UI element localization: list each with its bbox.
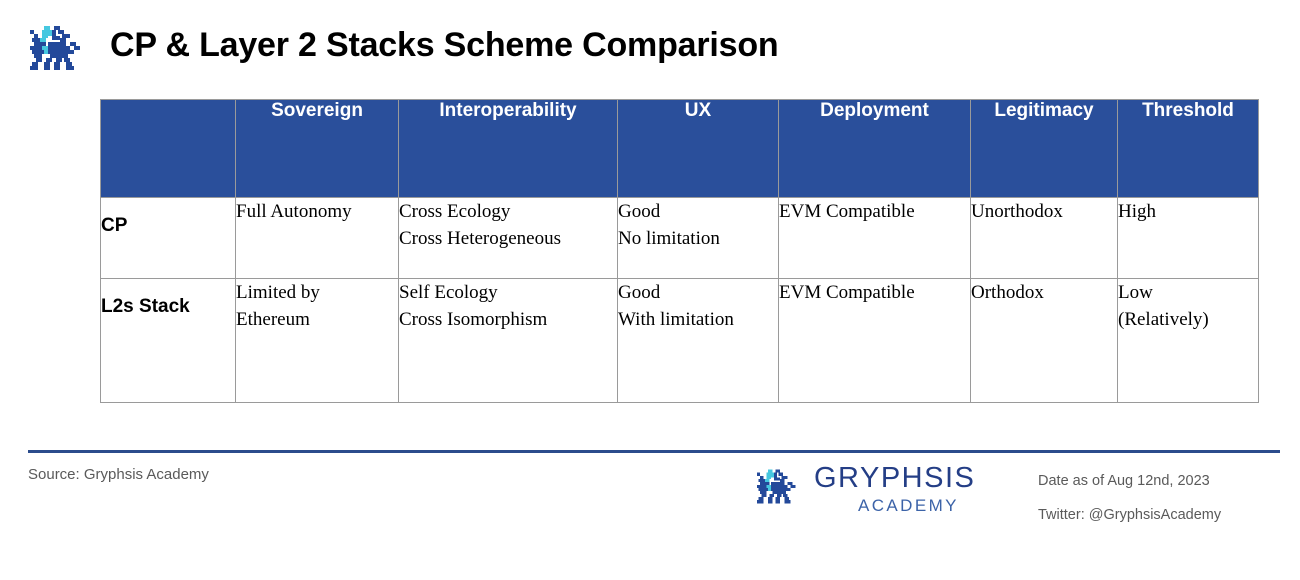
table-header-row: Sovereign Interoperability UX Deployment… (100, 99, 1259, 198)
row-label-l2s-stack: L2s Stack (100, 278, 236, 403)
cell-cp-threshold: High (1117, 197, 1259, 279)
cell-line: Good (618, 201, 661, 222)
table-row: L2s Stack Limited by Ethereum Self Ecolo… (100, 278, 1259, 403)
footer-divider (28, 450, 1280, 453)
cell-l2-legitimacy: Orthodox (970, 278, 1118, 403)
cell-line: With limitation (618, 309, 734, 330)
table-header-corner (100, 99, 236, 198)
cell-cp-ux: Good No limitation (617, 197, 779, 279)
table-header-threshold: Threshold (1117, 99, 1259, 198)
cell-line: Good (618, 282, 661, 303)
table-header-legitimacy: Legitimacy (970, 99, 1118, 198)
cell-line: Self Ecology (399, 282, 498, 303)
cell-cp-sovereign: Full Autonomy (235, 197, 399, 279)
table-header-sovereign: Sovereign (235, 99, 399, 198)
comparison-table-container: Sovereign Interoperability UX Deployment… (100, 99, 1259, 403)
cell-l2-ux: Good With limitation (617, 278, 779, 403)
cell-line: Cross Ecology (399, 201, 511, 222)
table-header-ux: UX (617, 99, 779, 198)
date-line: Date as of Aug 12nd, 2023 (1038, 473, 1210, 489)
cell-line: Ethereum (236, 309, 310, 330)
cell-l2-threshold: Low (Relatively) (1117, 278, 1259, 403)
cell-l2-sovereign: Limited by Ethereum (235, 278, 399, 403)
table-body: CP Full Autonomy Cross Ecology Cross Het… (100, 197, 1259, 403)
cell-line: Limited by (236, 282, 320, 303)
cell-l2-deployment: EVM Compatible (778, 278, 971, 403)
cell-l2-interoperability: Self Ecology Cross Isomorphism (398, 278, 618, 403)
gryphsis-griffin-logo-icon (18, 22, 94, 78)
brand-subtitle: ACADEMY (858, 496, 959, 515)
table-header: Sovereign Interoperability UX Deployment… (100, 99, 1259, 198)
twitter-line: Twitter: @GryphsisAcademy (1038, 507, 1222, 523)
table-header-interoperability: Interoperability (398, 99, 618, 198)
cell-line: High (1118, 201, 1156, 222)
cell-line: Orthodox (971, 282, 1044, 303)
scheme-comparison-table: Sovereign Interoperability UX Deployment… (100, 99, 1259, 403)
table-row: CP Full Autonomy Cross Ecology Cross Het… (100, 197, 1259, 279)
cell-cp-interoperability: Cross Ecology Cross Heterogeneous (398, 197, 618, 279)
source-note: Source: Gryphsis Academy (28, 466, 209, 483)
cell-cp-deployment: EVM Compatible (778, 197, 971, 279)
page-title: CP & Layer 2 Stacks Scheme Comparison (110, 26, 779, 64)
slide-header: CP & Layer 2 Stacks Scheme Comparison (0, 0, 1300, 92)
cell-line: Cross Isomorphism (399, 309, 548, 330)
cell-line: EVM Compatible (779, 282, 915, 303)
cell-cp-legitimacy: Unorthodox (970, 197, 1118, 279)
brand-wordmark: GRYPHSIS (814, 462, 976, 494)
cell-line: (Relatively) (1118, 309, 1209, 330)
footer-brand: GRYPHSIS ACADEMY (748, 462, 988, 524)
cell-line: Cross Heterogeneous (399, 228, 561, 249)
gryphsis-griffin-logo-icon (748, 464, 806, 512)
cell-line: No limitation (618, 228, 720, 249)
row-label-cp: CP (100, 197, 236, 279)
cell-line: Low (1118, 282, 1153, 303)
footer-meta: Date as of Aug 12nd, 2023 Twitter: @Gryp… (1038, 464, 1288, 532)
table-header-deployment: Deployment (778, 99, 971, 198)
cell-line: EVM Compatible (779, 201, 915, 222)
cell-line: Unorthodox (971, 201, 1063, 222)
cell-line: Full Autonomy (236, 201, 352, 222)
